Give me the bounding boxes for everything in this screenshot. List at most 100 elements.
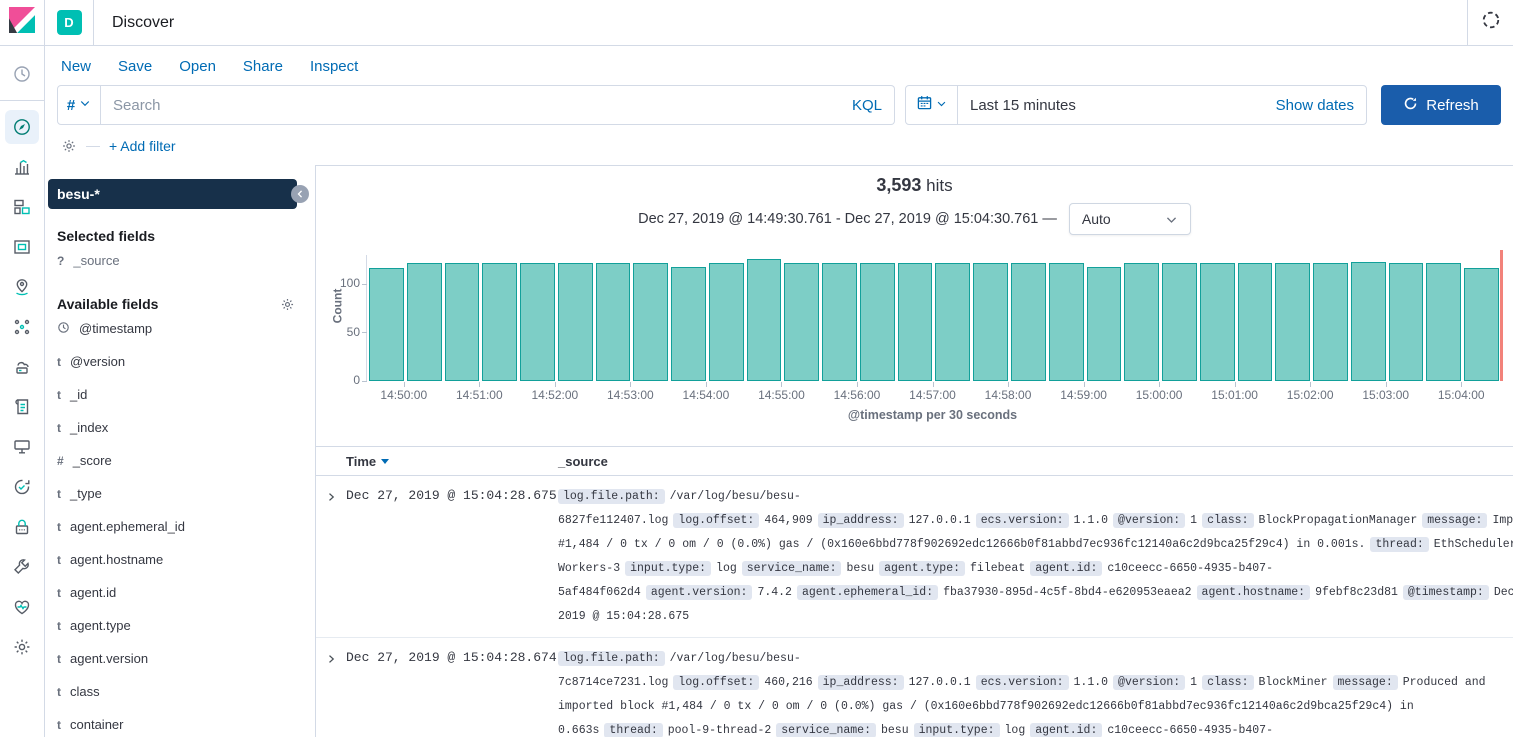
- nav-apm[interactable]: [5, 430, 39, 464]
- histogram-bar[interactable]: [596, 263, 631, 381]
- field-agent.type[interactable]: tagent.type: [48, 609, 311, 642]
- nav-management[interactable]: [5, 630, 39, 664]
- histogram-bar[interactable]: [407, 263, 442, 381]
- nav-dashboard[interactable]: [5, 190, 39, 224]
- histogram-bar[interactable]: [671, 267, 706, 381]
- histogram-bar[interactable]: [1087, 267, 1122, 381]
- field-key-badge[interactable]: agent.ephemeral_id:: [797, 585, 938, 600]
- field-key-badge[interactable]: @version:: [1113, 675, 1185, 690]
- search-input[interactable]: [113, 97, 844, 114]
- kibana-logo[interactable]: [0, 0, 45, 45]
- histogram-bar[interactable]: [1275, 263, 1310, 381]
- field-key-badge[interactable]: service_name:: [742, 561, 842, 576]
- menu-open[interactable]: Open: [179, 58, 216, 75]
- nav-discover[interactable]: [5, 110, 39, 144]
- field-agent.version[interactable]: tagent.version: [48, 642, 311, 675]
- histogram-bar[interactable]: [558, 263, 593, 381]
- histogram-bar[interactable]: [784, 263, 819, 381]
- field-key-badge[interactable]: agent.version:: [646, 585, 753, 600]
- nav-stack-monitoring[interactable]: [5, 590, 39, 624]
- histogram-bar[interactable]: [822, 263, 857, 381]
- field-@version[interactable]: t@version: [48, 345, 311, 378]
- help-button[interactable]: [1467, 0, 1513, 45]
- histogram-bar[interactable]: [1049, 263, 1084, 381]
- field-_index[interactable]: t_index: [48, 411, 311, 444]
- field-key-badge[interactable]: message:: [1422, 513, 1487, 528]
- field-key-badge[interactable]: thread:: [604, 723, 662, 737]
- field-key-badge[interactable]: agent.hostname:: [1197, 585, 1311, 600]
- histogram-bar[interactable]: [1426, 263, 1461, 381]
- histogram-bar[interactable]: [860, 263, 895, 381]
- field-key-badge[interactable]: log.offset:: [673, 513, 759, 528]
- field-key-badge[interactable]: ip_address:: [818, 513, 904, 528]
- field-agent.id[interactable]: tagent.id: [48, 576, 311, 609]
- histogram-bar[interactable]: [482, 263, 517, 381]
- expand-row-button[interactable]: [316, 485, 346, 503]
- nav-siem[interactable]: [5, 510, 39, 544]
- query-language-button[interactable]: KQL: [852, 97, 882, 114]
- filter-settings-gear-icon[interactable]: [61, 138, 77, 154]
- show-dates-button[interactable]: Show dates: [1276, 97, 1354, 114]
- field-key-badge[interactable]: log.file.path:: [558, 489, 665, 504]
- field-key-badge[interactable]: log.file.path:: [558, 651, 665, 666]
- field-key-badge[interactable]: ecs.version:: [976, 513, 1069, 528]
- field-key-badge[interactable]: input.type:: [914, 723, 1000, 737]
- field-class[interactable]: tclass: [48, 675, 311, 708]
- histogram-bar[interactable]: [369, 268, 404, 381]
- histogram-bar[interactable]: [709, 263, 744, 381]
- histogram-bar[interactable]: [1464, 268, 1499, 381]
- fields-settings-gear-icon[interactable]: [280, 297, 295, 312]
- histogram-bar[interactable]: [747, 259, 782, 381]
- field-key-badge[interactable]: message:: [1333, 675, 1398, 690]
- refresh-button[interactable]: Refresh: [1381, 85, 1501, 125]
- expand-row-button[interactable]: [316, 647, 346, 665]
- menu-inspect[interactable]: Inspect: [310, 58, 358, 75]
- field-key-badge[interactable]: service_name:: [776, 723, 876, 737]
- histogram-bar[interactable]: [1162, 263, 1197, 381]
- nav-canvas[interactable]: [5, 230, 39, 264]
- field-key-badge[interactable]: @version:: [1113, 513, 1185, 528]
- time-column-header[interactable]: Time: [346, 454, 558, 469]
- nav-dev-tools[interactable]: [5, 550, 39, 584]
- field-key-badge[interactable]: agent.id:: [1030, 561, 1102, 576]
- calendar-dropdown[interactable]: [906, 86, 958, 124]
- histogram-bar[interactable]: [1011, 263, 1046, 381]
- field-key-badge[interactable]: ip_address:: [818, 675, 904, 690]
- histogram-bar[interactable]: [935, 263, 970, 381]
- field-@timestamp[interactable]: @timestamp: [48, 312, 311, 345]
- nav-visualize[interactable]: [5, 150, 39, 184]
- field-container[interactable]: tcontainer: [48, 708, 311, 737]
- histogram-bar[interactable]: [633, 263, 668, 381]
- menu-save[interactable]: Save: [118, 58, 152, 75]
- histogram-bar[interactable]: [973, 263, 1008, 381]
- field-key-badge[interactable]: class:: [1202, 675, 1253, 690]
- histogram-bar[interactable]: [1124, 263, 1159, 381]
- field-key-badge[interactable]: input.type:: [625, 561, 711, 576]
- histogram-bar[interactable]: [445, 263, 480, 381]
- field-_type[interactable]: t_type: [48, 477, 311, 510]
- histogram-bar[interactable]: [1389, 263, 1424, 381]
- nav-uptime[interactable]: [5, 470, 39, 504]
- collapse-sidebar-button[interactable]: [291, 185, 309, 203]
- add-filter-button[interactable]: + Add filter: [109, 138, 176, 154]
- histogram-bar[interactable]: [520, 263, 555, 381]
- field-key-badge[interactable]: agent.type:: [879, 561, 965, 576]
- field-agent.ephemeral_id[interactable]: tagent.ephemeral_id: [48, 510, 311, 543]
- histogram-bar[interactable]: [1313, 263, 1348, 381]
- nav-recent[interactable]: [5, 57, 39, 91]
- filter-type-dropdown[interactable]: #: [57, 85, 101, 125]
- field-key-badge[interactable]: ecs.version:: [976, 675, 1069, 690]
- field-key-badge[interactable]: log.offset:: [673, 675, 759, 690]
- field-key-badge[interactable]: agent.id:: [1030, 723, 1102, 737]
- nav-logs[interactable]: [5, 390, 39, 424]
- nav-maps[interactable]: [5, 270, 39, 304]
- field-key-badge[interactable]: @timestamp:: [1403, 585, 1489, 600]
- index-pattern-selector[interactable]: besu-*: [48, 179, 297, 209]
- field-agent.hostname[interactable]: tagent.hostname: [48, 543, 311, 576]
- time-range-display[interactable]: Last 15 minutes Show dates: [958, 86, 1366, 124]
- menu-new[interactable]: New: [61, 58, 91, 75]
- histogram-bar[interactable]: [898, 263, 933, 381]
- nav-machine-learning[interactable]: [5, 310, 39, 344]
- histogram-bar[interactable]: [1238, 263, 1273, 381]
- field-_score[interactable]: #_score: [48, 444, 311, 477]
